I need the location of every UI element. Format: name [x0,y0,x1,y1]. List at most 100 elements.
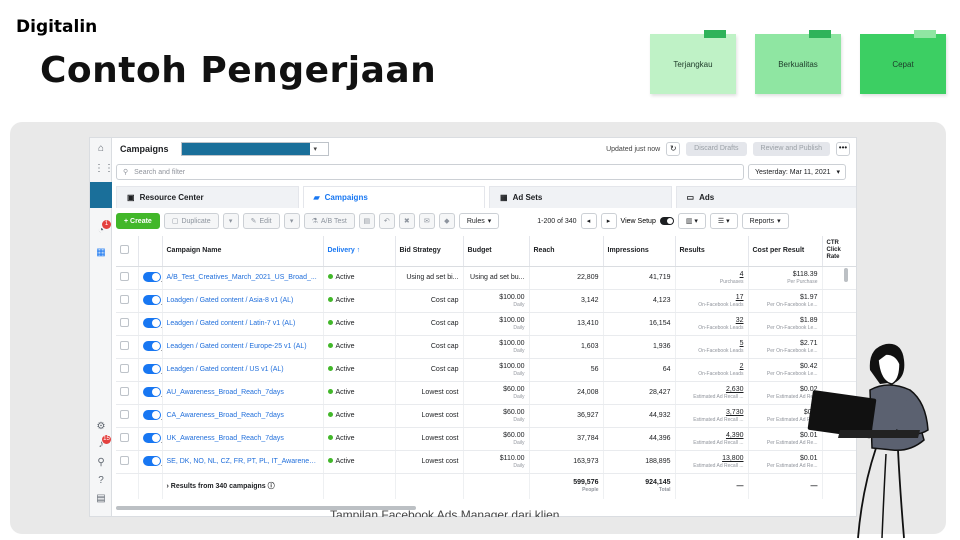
results-value[interactable]: 3,730 [726,409,744,416]
campaign-on-off-toggle[interactable] [142,386,161,397]
row-toggle-cell[interactable] [138,427,163,451]
campaign-name-link[interactable]: CA_Awareness_Broad_Reach_7days [162,404,324,428]
campaign-on-off-toggle[interactable] [142,363,161,374]
row-checkbox[interactable] [120,410,129,419]
row-toggle-cell[interactable] [138,312,163,336]
budget-cell[interactable]: $60.00 Daily [463,381,530,405]
prev-page-button[interactable]: ◂ [580,213,597,229]
account-avatar[interactable] [90,182,112,208]
rules-button[interactable]: Rules ▾ [458,213,500,229]
comment-icon[interactable]: ✉ [418,213,435,229]
results-value[interactable]: 13,800 [722,455,743,462]
table-row[interactable]: CA_Awareness_Broad_Reach_7days Active Lowe… [116,404,856,428]
tag-icon[interactable]: ◆ [438,213,455,229]
results-value[interactable]: 4,390 [726,432,744,439]
budget-cell[interactable]: $110.00 Daily [463,450,530,474]
table-row[interactable]: Loadgen / Gated content / Asia-8 v1 (AL)… [116,289,856,313]
row-checkbox[interactable] [120,364,129,373]
discard-drafts-button[interactable]: Discard Drafts [686,142,747,156]
table-row[interactable]: A/B_Test_Creatives_March_2021_US_Broad_.… [116,266,856,290]
search-icon[interactable]: ⚲ [94,456,108,470]
campaign-on-off-toggle[interactable] [142,432,161,443]
row-toggle-cell[interactable] [138,358,163,382]
budget-cell[interactable]: $100.00 Daily [463,358,530,382]
results-value[interactable]: 17 [736,294,744,301]
results-cell[interactable]: 5 On-Facebook Leads [675,335,749,359]
row-checkbox[interactable] [120,387,129,396]
campaign-name-link[interactable]: A/B_Test_Creatives_March_2021_US_Broad_.… [162,266,324,290]
columns-button[interactable]: ▥ ▾ [677,213,706,229]
budget-cell[interactable]: $100.00 Daily [463,289,530,313]
row-checkbox-cell[interactable] [116,381,139,405]
budget-cell[interactable]: $100.00 Daily [463,335,530,359]
row-toggle-cell[interactable] [138,381,163,405]
budget-cell[interactable]: $60.00 Daily [463,427,530,451]
home-icon[interactable]: ⌂ [94,142,108,156]
row-toggle-cell[interactable] [138,266,163,290]
column-header[interactable]: Campaign Name [162,236,324,267]
column-header[interactable]: Delivery ↑ [323,236,396,267]
date-range-picker[interactable]: Yesterday: Mar 11, 2021 ▾ [748,164,846,180]
results-value[interactable]: 5 [740,340,744,347]
campaign-name-link[interactable]: Leadgen / Gated content / Latin-7 v1 (AL… [162,312,324,336]
results-value[interactable]: 32 [736,317,744,324]
breakdown-button[interactable]: ☰ ▾ [709,213,738,229]
refresh-icon[interactable]: ↻ [666,142,681,156]
reports-button[interactable]: Reports ▾ [741,213,789,229]
campaign-on-off-toggle[interactable] [142,409,161,420]
table-row[interactable]: Leadgen / Gated content / US v1 (AL) Acti… [116,358,856,382]
row-checkbox-cell[interactable] [116,289,139,313]
campaign-on-off-toggle[interactable] [142,317,161,328]
results-cell[interactable]: 4 Purchases [675,266,749,290]
edit-dropdown[interactable]: ▾ [283,213,300,229]
report-icon[interactable]: ▤ [94,492,108,506]
row-toggle-cell[interactable] [138,450,163,474]
budget-cell[interactable]: Using ad set bu... [463,266,530,290]
view-setup-toggle[interactable] [659,217,674,225]
results-cell[interactable]: 2,630 Estimated Ad Recall ... [675,381,749,405]
column-header[interactable]: Cost per Result [748,236,823,267]
row-checkbox[interactable] [120,318,129,327]
row-checkbox[interactable] [120,295,129,304]
ab-test-button[interactable]: ⚗ A/B Test [303,213,355,229]
tab-campaigns[interactable]: ▰ Campaigns [302,186,485,208]
vertical-scrollbar[interactable] [844,268,848,282]
row-checkbox[interactable] [120,456,129,465]
row-checkbox-cell[interactable] [116,358,139,382]
row-checkbox-cell[interactable] [116,450,139,474]
row-checkbox[interactable] [120,272,129,281]
campaign-name-link[interactable]: SE, DK, NO, NL, CZ, FR, PT, PL, IT_Aware… [162,450,324,474]
results-value[interactable]: 2,630 [726,386,744,393]
row-checkbox-cell[interactable] [116,312,139,336]
apps-grid-icon[interactable]: ⋮⋮ [94,162,114,176]
account-selector[interactable]: ▾ [180,142,329,156]
more-options-button[interactable]: ••• [836,142,850,156]
search-input[interactable]: ⚲ Search and filter [116,164,744,180]
create-button[interactable]: + Create [116,213,160,229]
results-cell[interactable]: 32 On-Facebook Leads [675,312,749,336]
row-toggle-cell[interactable] [138,289,163,313]
table-row[interactable]: AU_Awareness_Broad_Reach_7days Active Lowe… [116,381,856,405]
results-cell[interactable]: 2 On-Facebook Leads [675,358,749,382]
settings-gear-icon[interactable]: ⚙ [94,420,108,434]
trash-icon[interactable]: ✖ [398,213,415,229]
campaign-on-off-toggle[interactable] [142,271,161,282]
select-all-checkbox-cell[interactable] [116,236,139,267]
select-all-checkbox[interactable] [120,245,129,255]
budget-cell[interactable]: $60.00 Daily [463,404,530,428]
tab-ad-sets[interactable]: ▦ Ad Sets [489,186,672,208]
row-toggle-cell[interactable] [138,335,163,359]
review-publish-button[interactable]: Review and Publish [752,142,830,156]
campaign-name-link[interactable]: Loadgen / Gated content / Asia-8 v1 (AL) [162,289,324,313]
row-checkbox[interactable] [120,433,129,442]
campaign-on-off-toggle[interactable] [142,294,161,305]
column-header[interactable]: Results [675,236,749,267]
row-checkbox-cell[interactable] [116,427,139,451]
campaign-on-off-toggle[interactable] [142,340,161,351]
campaign-name-link[interactable]: Leadgen / Gated content / US v1 (AL) [162,358,324,382]
edit-button[interactable]: ✎ Edit [242,213,280,229]
row-checkbox-cell[interactable] [116,335,139,359]
table-row[interactable]: Leadgen / Gated content / Europe-25 v1 (… [116,335,856,359]
column-header[interactable]: Budget [463,236,530,267]
table-icon[interactable]: ▦ [94,246,108,260]
